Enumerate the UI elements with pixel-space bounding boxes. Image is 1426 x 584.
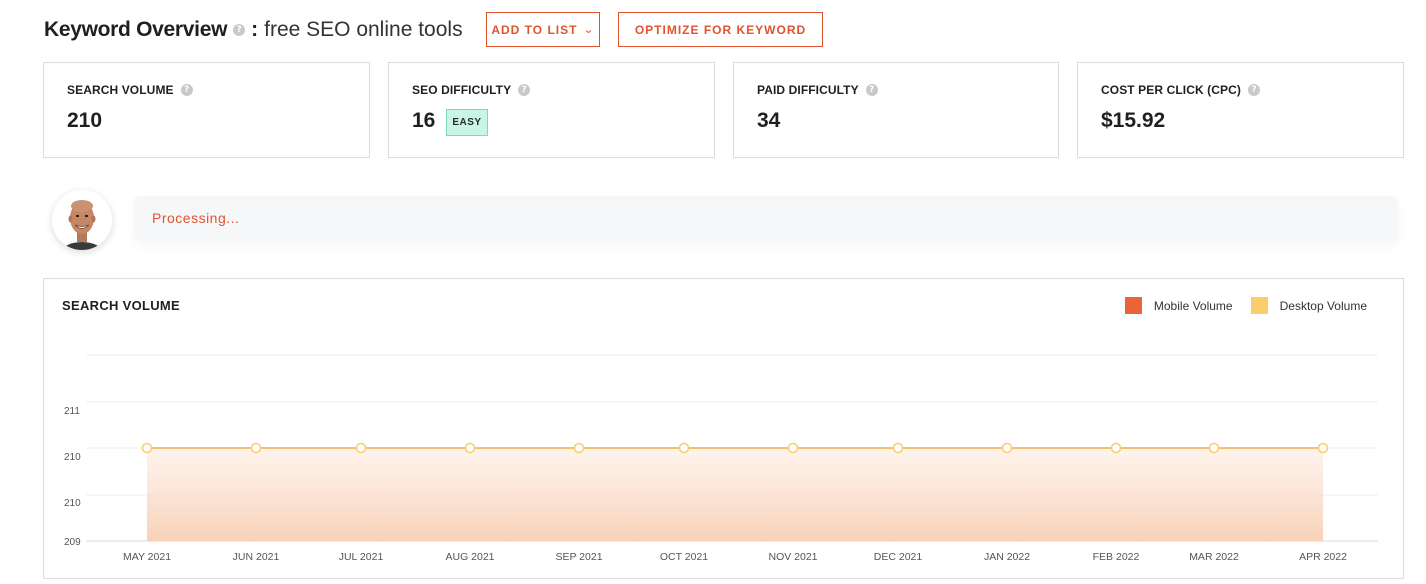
metric-label: COST PER CLICK (CPC) [1101, 83, 1241, 97]
page-title: Keyword Overview [44, 18, 228, 41]
y-tick-label: 211 [64, 406, 80, 417]
x-tick-label: DEC 2021 [874, 551, 923, 563]
y-tick-label: 210 [64, 452, 81, 463]
help-icon[interactable]: ? [233, 24, 246, 36]
y-tick-label: 209 [64, 537, 81, 548]
desktop-area [147, 448, 1323, 541]
data-point [787, 442, 799, 454]
y-tick-label: 210 [64, 498, 81, 509]
data-point [892, 442, 904, 454]
help-icon[interactable]: ? [180, 84, 193, 96]
data-point [1001, 442, 1013, 454]
data-point [1208, 442, 1220, 454]
x-tick-label: OCT 2021 [660, 551, 708, 563]
help-icon[interactable]: ? [1248, 84, 1260, 96]
optimize-label: OPTIMIZE FOR KEYWORD [634, 22, 807, 37]
data-point [250, 442, 262, 454]
help-icon[interactable]: ? [518, 84, 531, 96]
metric-label: PAID DIFFICULTY [757, 83, 859, 97]
add-to-list-button[interactable]: ADD TO LIST ⌄ [486, 12, 600, 47]
metric-label-row: SEO DIFFICULTY ? [412, 83, 531, 97]
metric-value: 210 [67, 109, 103, 132]
add-to-list-label: ADD TO LIST [491, 22, 578, 37]
x-tick-label: MAY 2021 [123, 551, 171, 563]
data-point [678, 442, 690, 454]
data-point [464, 442, 476, 454]
help-icon[interactable]: ? [865, 84, 878, 96]
metric-label-row: COST PER CLICK (CPC) ? [1101, 83, 1260, 97]
x-tick-label: APR 2022 [1299, 551, 1347, 563]
x-tick-label: MAR 2022 [1189, 551, 1239, 563]
data-point [1110, 442, 1122, 454]
x-tick-label: FEB 2022 [1093, 551, 1140, 563]
chart-plot: 209 210 210 211 MAY 2021 JUN 2021 JUL 2021 AUG … [64, 354, 1378, 563]
avatar-portrait [52, 190, 112, 250]
metric-card-search-volume: SEARCH VOLUME ? 210 [43, 62, 370, 158]
metric-label: SEO DIFFICULTY [412, 83, 512, 97]
x-tick-label: JUL 2021 [339, 551, 384, 563]
metric-value: 16 [412, 109, 436, 132]
data-point [1317, 442, 1329, 454]
x-tick-label: JUN 2021 [233, 551, 280, 563]
metric-card-paid-difficulty: PAID DIFFICULTY ? 34 [733, 62, 1059, 158]
optimize-for-keyword-button[interactable]: OPTIMIZE FOR KEYWORD [618, 12, 823, 47]
data-point [355, 442, 367, 454]
processing-status: Processing... [134, 196, 1398, 240]
x-tick-label: JAN 2022 [984, 551, 1030, 563]
difficulty-badge: EASY [446, 109, 488, 136]
metric-value: 34 [757, 109, 781, 132]
metric-label-row: SEARCH VOLUME ? [67, 83, 193, 97]
metric-label-row: PAID DIFFICULTY ? [757, 83, 878, 97]
metric-card-cpc: COST PER CLICK (CPC) ? $15.92 [1077, 62, 1404, 158]
x-tick-label: SEP 2021 [555, 551, 602, 563]
x-tick-label: NOV 2021 [768, 551, 817, 563]
data-point [141, 442, 153, 454]
search-volume-chart: SEARCH VOLUME Mobile Volume Desktop Volu… [43, 278, 1404, 579]
page-header: Keyword Overview ? : free SEO online too… [44, 12, 463, 48]
keyword-text: free SEO online tools [264, 18, 463, 41]
metric-value: $15.92 [1101, 109, 1166, 132]
metric-card-seo-difficulty: SEO DIFFICULTY ? 16 EASY [388, 62, 715, 158]
avatar [52, 190, 112, 250]
x-tick-label: AUG 2021 [445, 551, 494, 563]
title-separator: : [251, 18, 259, 41]
metric-label: SEARCH VOLUME [67, 83, 174, 97]
data-point [573, 442, 585, 454]
chevron-down-icon: ⌄ [583, 24, 596, 36]
